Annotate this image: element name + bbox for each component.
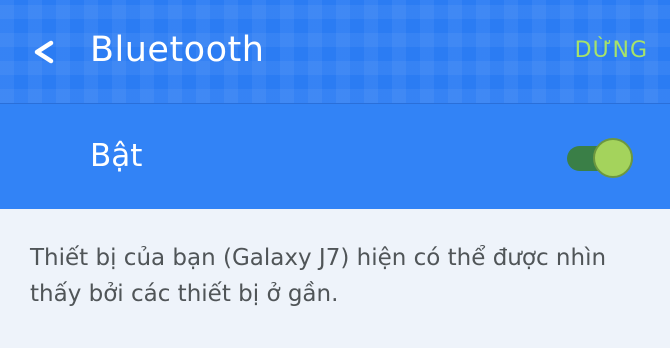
bluetooth-switch[interactable] xyxy=(563,138,638,180)
bluetooth-toggle-row[interactable]: Bật xyxy=(0,104,670,209)
visibility-description: Thiết bị của bạn (Galaxy J7) hiện có thể… xyxy=(30,245,607,307)
app-bar: Bluetooth DỪNG xyxy=(0,0,670,104)
switch-thumb xyxy=(593,138,633,178)
page-title: Bluetooth xyxy=(90,30,265,70)
stop-button[interactable]: DỪNG xyxy=(575,38,648,63)
back-button[interactable] xyxy=(22,30,66,74)
chevron-left-icon xyxy=(34,40,54,64)
bluetooth-toggle-label: Bật xyxy=(90,138,143,174)
